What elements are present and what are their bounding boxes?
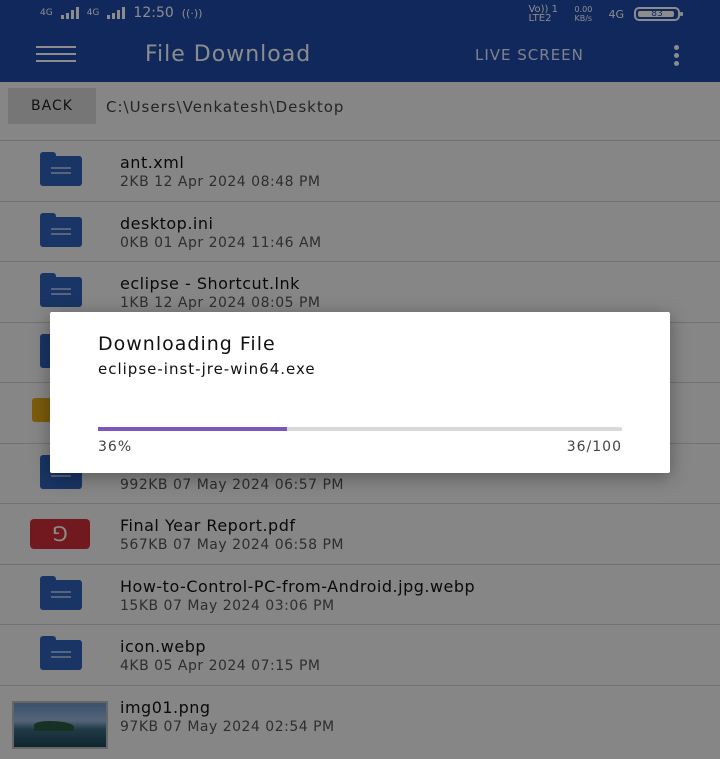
- download-dialog: Downloading File eclipse-inst-jre-win64.…: [50, 312, 670, 473]
- progress-count: 36/100: [566, 439, 622, 455]
- progress-percent: 36%: [98, 439, 133, 455]
- progress-fill: [98, 427, 287, 431]
- download-progress-bar: [98, 427, 622, 431]
- dialog-filename: eclipse-inst-jre-win64.exe: [98, 360, 316, 378]
- dialog-title: Downloading File: [98, 333, 276, 355]
